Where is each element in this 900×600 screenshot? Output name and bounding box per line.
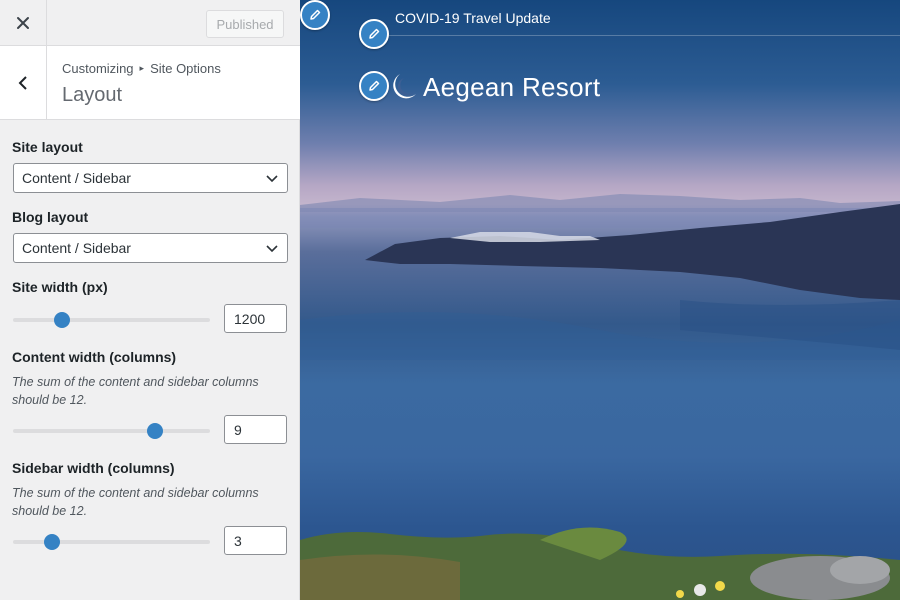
site-layout-label: Site layout	[12, 139, 83, 155]
breadcrumb: Customizing ▸ Site Options	[62, 61, 221, 76]
site-width-label: Site width (px)	[12, 279, 108, 295]
header-divider	[388, 35, 900, 36]
content-width-description: The sum of the content and sidebar colum…	[12, 375, 259, 407]
section-title: Layout	[62, 84, 123, 106]
content-width-label: Content width (columns)	[12, 349, 177, 365]
breadcrumb-parent: Site Options	[150, 61, 221, 76]
sidebar-width-description: The sum of the content and sidebar colum…	[12, 486, 259, 518]
close-icon	[17, 17, 29, 29]
content-width-slider[interactable]	[13, 429, 210, 433]
blog-layout-label: Blog layout	[12, 209, 89, 225]
edit-announcement-shortcut[interactable]	[359, 19, 389, 49]
chevron-down-icon	[266, 245, 278, 253]
customizer-sidebar: Published Customizing ▸ Site Options Lay…	[0, 0, 300, 600]
site-width-slider[interactable]	[13, 318, 210, 322]
breadcrumb-separator: ▸	[139, 63, 145, 73]
sidebar-width-label: Sidebar width (columns)	[12, 460, 175, 476]
customizer-header: Published	[0, 0, 300, 46]
site-width-input[interactable]: 1200	[224, 304, 287, 333]
section-header: Customizing ▸ Site Options Layout	[0, 46, 300, 120]
chevron-left-icon	[18, 75, 27, 90]
site-preview: COVID-19 Travel Update Aegean Resort	[300, 0, 900, 600]
content-width-input[interactable]: 9	[224, 415, 287, 444]
site-layout-value: Content / Sidebar	[22, 170, 131, 186]
close-button[interactable]	[0, 0, 47, 46]
site-title[interactable]: Aegean Resort	[423, 72, 600, 103]
blog-layout-select[interactable]: Content / Sidebar	[13, 233, 288, 263]
crescent-moon-icon	[393, 74, 416, 99]
site-layout-select[interactable]: Content / Sidebar	[13, 163, 288, 193]
pencil-icon	[310, 9, 321, 20]
sidebar-width-slider[interactable]	[13, 540, 210, 544]
edit-menu-shortcut[interactable]	[300, 0, 330, 30]
announcement-link[interactable]: COVID-19 Travel Update	[395, 10, 551, 26]
pencil-icon	[369, 80, 380, 91]
blog-layout-value: Content / Sidebar	[22, 240, 131, 256]
breadcrumb-root: Customizing	[62, 61, 134, 76]
back-button[interactable]	[0, 46, 47, 119]
sidebar-width-slider-thumb[interactable]	[44, 534, 61, 550]
edit-site-identity-shortcut[interactable]	[359, 71, 389, 101]
chevron-down-icon	[266, 175, 278, 183]
content-width-slider-thumb[interactable]	[146, 423, 163, 439]
pencil-icon	[369, 28, 380, 39]
sidebar-width-input[interactable]: 3	[224, 526, 287, 555]
publish-button[interactable]: Published	[206, 10, 284, 38]
site-width-slider-thumb[interactable]	[54, 312, 71, 328]
